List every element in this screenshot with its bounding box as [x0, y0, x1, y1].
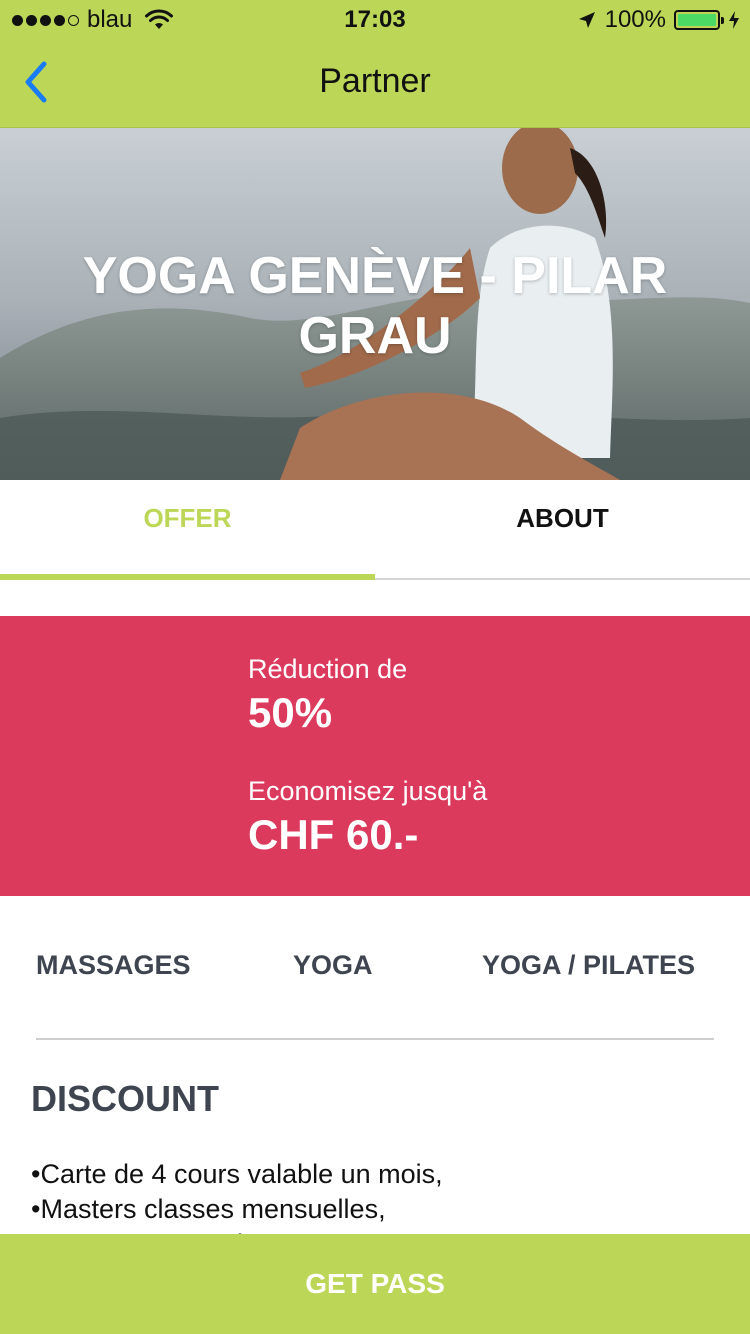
hero-image: YOGA GENÈVE - PILAR GRAU: [0, 128, 750, 480]
page-title: Partner: [319, 62, 431, 100]
navigation-bar: Partner: [0, 40, 750, 128]
savings-value: CHF 60.-: [248, 811, 419, 858]
battery-icon: [674, 10, 724, 30]
discount-title: DISCOUNT: [31, 1078, 219, 1119]
savings-block: Economisez jusqu'à CHF 60.-: [248, 776, 487, 859]
status-right: 100%: [577, 6, 740, 34]
tab-offer[interactable]: OFFER: [0, 480, 375, 578]
get-pass-button[interactable]: GET PASS: [0, 1234, 750, 1334]
category-yoga-pilates[interactable]: YOGA / PILATES: [482, 950, 695, 981]
charging-bolt-icon: [729, 11, 739, 29]
location-arrow-icon: [578, 12, 595, 28]
divider: [36, 1038, 714, 1040]
category-list: MASSAGES YOGA YOGA / PILATES: [36, 950, 714, 990]
tab-bar: OFFER ABOUT: [0, 480, 750, 580]
reduction-block: Réduction de 50%: [248, 654, 407, 737]
tab-about[interactable]: ABOUT: [375, 480, 750, 578]
category-massages[interactable]: MASSAGES: [36, 950, 191, 981]
hero-title: YOGA GENÈVE - PILAR GRAU: [82, 247, 668, 365]
discount-item: Carte de 4 cours valable un mois,: [31, 1157, 731, 1192]
reduction-value: 50%: [248, 689, 333, 736]
savings-label: Economisez jusqu'à: [248, 776, 488, 806]
category-yoga[interactable]: YOGA: [293, 950, 373, 981]
status-bar: blau 17:03 100%: [0, 0, 750, 40]
battery-percentage: 100%: [604, 6, 666, 33]
reduction-label: Réduction de: [248, 654, 408, 684]
offer-card: Réduction de 50% Economisez jusqu'à CHF …: [0, 616, 750, 896]
active-tab-indicator: [0, 574, 375, 580]
discount-item: Masters classes mensuelles,: [31, 1192, 731, 1227]
